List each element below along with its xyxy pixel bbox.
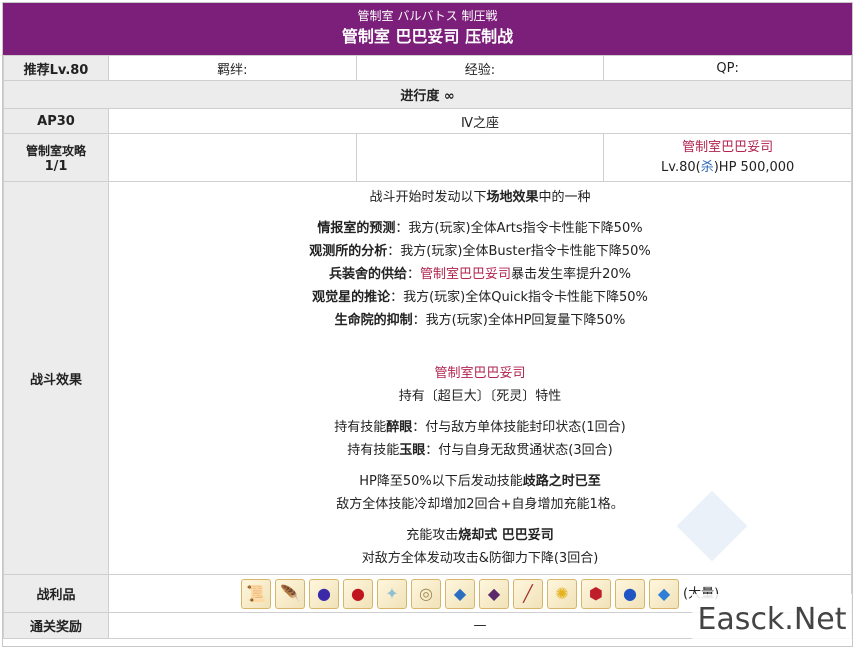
title-bar: 管制室 バルバトス 制圧戦 管制室 巴巴妥司 压制战 xyxy=(3,3,852,55)
drop-glyph: 📜 xyxy=(246,583,266,603)
field-desc: 暴击发生率提升20% xyxy=(511,267,631,282)
blue-gem-icon[interactable]: ● xyxy=(615,578,645,609)
field-desc: ：我方(玩家)全体HP回复量下降50% xyxy=(412,313,626,328)
progress-row: 进行度 ∞ xyxy=(3,80,852,109)
wing-icon[interactable]: 🪶 xyxy=(275,578,305,609)
stage-name: Ⅳ之座 xyxy=(108,108,852,134)
boss-link[interactable]: 管制室巴巴妥司 xyxy=(420,267,511,282)
field-effect: 兵装舍的供给：管制室巴巴妥司暴击发生率提升20% xyxy=(109,263,851,286)
np-desc: 对敌方全体发动攻击&防御力下降(3回合) xyxy=(361,551,599,566)
lantern-icon[interactable]: ◆ xyxy=(445,578,475,609)
drop-list: 📜 🪶 ● ● ✦ ◎ ◆ ◆ ╱ ✺ ⬢ ● ◆ xyxy=(241,578,683,609)
boss-name-link[interactable]: 管制室巴巴妥司 xyxy=(109,362,851,385)
book-icon[interactable]: 📜 xyxy=(241,578,271,609)
field-name: 兵装舍的供给 xyxy=(329,267,408,282)
skill-desc: ：付与自身无敌贯通状态(3回合) xyxy=(425,443,613,458)
drop-glyph: ╱ xyxy=(523,583,533,603)
effects-cell: 战斗开始时发动以下场地效果中的一种 情报室的预测：我方(玩家)全体Arts指令卡… xyxy=(108,181,852,575)
field-desc: ： xyxy=(407,267,421,282)
quest-subtitle: 管制室 バルバトス 制圧戦 xyxy=(357,9,498,23)
exp-label: 经验: xyxy=(355,55,605,81)
drop-glyph: ● xyxy=(317,583,331,603)
ap-cost: AP30 xyxy=(3,108,109,134)
hp-trigger-skill: 歧路之时已至 xyxy=(522,474,601,489)
enemy-slot-1 xyxy=(108,133,357,182)
quest-table: 推荐Lv.80 羁绊: 经验: QP: 进行度 ∞ AP30 Ⅳ之座 管制室攻略… xyxy=(3,55,852,639)
field-desc: ：我方(玩家)全体Quick指令卡性能下降50% xyxy=(390,290,648,305)
drop-glyph: 🪶 xyxy=(280,583,300,603)
field-name: 观测所的分析 xyxy=(309,244,388,259)
scroll-icon[interactable]: ✦ xyxy=(377,578,407,609)
enemy-level: Lv.80( xyxy=(661,159,701,175)
field-name: 情报室的预测 xyxy=(317,221,396,236)
drop-glyph: ◆ xyxy=(487,583,501,603)
qp-label: QP: xyxy=(603,55,852,81)
boss-traits: 持有〔超巨大〕〔死灵〕特性 xyxy=(398,389,562,404)
intro-tail: 中的一种 xyxy=(538,190,591,205)
field-desc: ：我方(玩家)全体Arts指令卡性能下降50% xyxy=(395,221,643,236)
skill-name: 醉眼 xyxy=(386,420,413,435)
field-name: 观觉星的推论 xyxy=(312,290,391,305)
drop-glyph: ✺ xyxy=(555,583,569,603)
quest-panel: 管制室 バルバトス 制圧戦 管制室 巴巴妥司 压制战 推荐Lv.80 羁绊: 经… xyxy=(2,2,853,647)
watermark-text: Easck.Net xyxy=(692,594,852,646)
skill-name: 玉眼 xyxy=(399,443,426,458)
skill-prefix: 持有技能 xyxy=(347,443,400,458)
gold-star-icon[interactable]: ✺ xyxy=(547,578,577,609)
bond-label: 羁绊: xyxy=(108,55,357,81)
skill-1: 持有技能醉眼：付与敌方单体技能封印状态(1回合) xyxy=(109,416,851,439)
enemy-stats: Lv.80(杀)HP 500,000 xyxy=(604,158,851,178)
drop-glyph: ✦ xyxy=(385,583,399,603)
np-prefix: 充能攻击 xyxy=(406,528,459,543)
red-gem-icon[interactable]: ⬢ xyxy=(581,578,611,609)
drop-glyph: ◎ xyxy=(419,583,433,603)
enemy-slot-2 xyxy=(355,133,605,182)
field-effect: 生命院的抑制：我方(玩家)全体HP回复量下降50% xyxy=(109,309,851,332)
dark-crystal-icon[interactable]: ◆ xyxy=(479,578,509,609)
field-effect: 观觉星的推论：我方(玩家)全体Quick指令卡性能下降50% xyxy=(109,286,851,309)
intro-field-effect: 场地效果 xyxy=(486,190,539,205)
intro-text: 战斗开始时发动以下 xyxy=(369,190,487,205)
reward-label: 通关奖励 xyxy=(3,612,109,639)
effects-label: 战斗效果 xyxy=(3,181,109,575)
bone-icon[interactable]: ╱ xyxy=(513,578,543,609)
field-effect: 情报室的预测：我方(玩家)全体Arts指令卡性能下降50% xyxy=(109,217,851,240)
field-desc: ：我方(玩家)全体Buster指令卡性能下降50% xyxy=(387,244,651,259)
quest-title: 管制室 巴巴妥司 压制战 xyxy=(341,27,514,46)
enemy-class[interactable]: 杀 xyxy=(701,160,714,175)
nest-icon[interactable]: ◎ xyxy=(411,578,441,609)
blue-crystal-icon[interactable]: ◆ xyxy=(649,578,679,609)
np-name: 烧却式 巴巴妥司 xyxy=(458,528,554,543)
effects-intro: 战斗开始时发动以下场地效果中的一种 xyxy=(109,186,851,209)
drop-glyph: ● xyxy=(623,583,637,603)
hp-trigger: HP降至50%以下后发动技能歧路之时已至 xyxy=(109,470,851,493)
skill-2: 持有技能玉眼：付与自身无敌贯通状态(3回合) xyxy=(109,439,851,462)
enemy-slot-3: 管制室巴巴妥司 Lv.80(杀)HP 500,000 xyxy=(603,133,852,182)
enemy-name-link[interactable]: 管制室巴巴妥司 xyxy=(604,138,851,158)
skill-desc: ：付与敌方单体技能封印状态(1回合) xyxy=(412,420,626,435)
battle-count: 1/1 xyxy=(44,158,68,174)
purple-orb-icon[interactable]: ● xyxy=(309,578,339,609)
recommended-level: 推荐Lv.80 xyxy=(3,55,109,81)
hp-trigger-text: HP降至50%以下后发动技能 xyxy=(359,474,523,489)
drop-glyph: ⬢ xyxy=(589,583,603,603)
red-drop-icon[interactable]: ● xyxy=(343,578,373,609)
enemy-hp: )HP 500,000 xyxy=(713,159,795,175)
field-effect: 观测所的分析：我方(玩家)全体Buster指令卡性能下降50% xyxy=(109,240,851,263)
drop-glyph: ◆ xyxy=(453,583,467,603)
field-name: 生命院的抑制 xyxy=(334,313,413,328)
battle-label-title: 管制室攻略 xyxy=(25,143,86,158)
battle-label: 管制室攻略 1/1 xyxy=(3,133,109,182)
drop-glyph: ◆ xyxy=(657,583,671,603)
hp-trigger-desc: 敌方全体技能冷却增加2回合+自身增加充能1格。 xyxy=(336,497,624,512)
drops-label: 战利品 xyxy=(3,574,109,613)
skill-prefix: 持有技能 xyxy=(334,420,387,435)
drop-glyph: ● xyxy=(351,583,365,603)
